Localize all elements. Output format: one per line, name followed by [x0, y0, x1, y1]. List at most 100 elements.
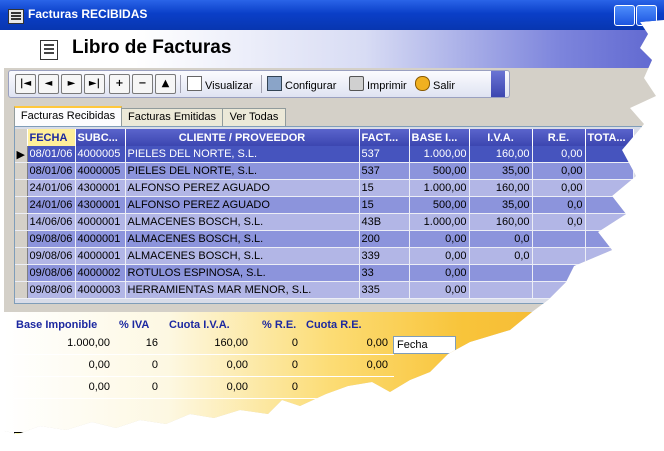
column-header-base[interactable]: BASE I...	[409, 129, 470, 146]
cell-fecha[interactable]: 09/08/06	[27, 247, 76, 265]
cell-re[interactable]	[532, 230, 586, 248]
current-row-indicator[interactable]: ▶	[15, 146, 28, 163]
cell-fecha[interactable]: 24/01/06	[27, 179, 76, 197]
next-record-button[interactable]: ►	[61, 74, 82, 94]
row-indicator[interactable]	[15, 247, 28, 265]
cell-cliente[interactable]: ROTULOS ESPINOSA, S.L.	[125, 264, 360, 282]
column-header-subcuenta[interactable]: SUBC...	[75, 129, 126, 146]
visualizar-button[interactable]: Visualizar	[187, 76, 253, 92]
cell-base[interactable]: 0,00	[409, 247, 470, 265]
cell-total[interactable]	[585, 230, 634, 248]
cell-re[interactable]: 0,00	[532, 162, 586, 180]
cell-cliente[interactable]: ALMACENES BOSCH, S.L.	[125, 213, 360, 231]
cell-cliente[interactable]: ALFONSO PEREZ AGUADO	[125, 196, 360, 214]
cell-cliente[interactable]: ALFONSO PEREZ AGUADO	[125, 179, 360, 197]
table-row[interactable]: ▶ 08/01/06 4000005 PIELES DEL NORTE, S.L. 53…	[15, 146, 634, 163]
cell-base[interactable]: 1.000,00	[409, 146, 470, 163]
cell-iva[interactable]: 35,00	[469, 196, 533, 214]
configurar-button[interactable]: Configurar	[267, 76, 336, 92]
tab-facturas-recibidas[interactable]: Facturas Recibidas	[14, 106, 122, 128]
cell-re[interactable]	[532, 247, 586, 265]
edit-record-button[interactable]: ▲	[155, 74, 176, 94]
cell-total[interactable]	[585, 162, 634, 180]
cell-subcuenta[interactable]: 4000002	[75, 264, 126, 282]
cell-factura[interactable]: 43B	[359, 213, 410, 231]
cell-cliente[interactable]: ALMACENES BOSCH, S.L.	[125, 247, 360, 265]
cell-subcuenta[interactable]: 4000005	[75, 146, 126, 163]
summary-cuota-iva[interactable]: 0,00	[162, 381, 248, 393]
summary-pct-re[interactable]: 0	[252, 359, 298, 371]
column-header-fecha[interactable]: FECHA	[27, 129, 76, 146]
cell-base[interactable]: 0,00	[409, 264, 470, 282]
cell-subcuenta[interactable]: 4300001	[75, 196, 126, 214]
column-header-iva[interactable]: I.V.A.	[469, 129, 533, 146]
tab-ver-todas[interactable]: Ver Todas	[222, 108, 286, 126]
table-row[interactable]: 14/06/06 4000001 ALMACENES BOSCH, S.L. 43B 1…	[15, 213, 634, 231]
table-row[interactable]: 09/08/06 4000003 HERRAMIENTAS MAR MENOR, S…	[15, 281, 634, 299]
table-row[interactable]: 24/01/06 4300001 ALFONSO PEREZ AGUADO 15 500…	[15, 196, 634, 214]
summary-pct-iva[interactable]: 0	[114, 381, 158, 393]
cell-factura[interactable]: 537	[359, 162, 410, 180]
cell-subcuenta[interactable]: 4000003	[75, 281, 126, 299]
row-indicator[interactable]	[15, 281, 28, 299]
cell-subcuenta[interactable]: 4000001	[75, 247, 126, 265]
cell-factura[interactable]: 537	[359, 146, 410, 163]
cell-total[interactable]	[585, 196, 634, 214]
cell-fecha[interactable]: 09/08/06	[27, 281, 76, 299]
cell-iva[interactable]: 160,00	[469, 146, 533, 163]
cell-factura[interactable]: 15	[359, 196, 410, 214]
cell-fecha[interactable]: 08/01/06	[27, 162, 76, 180]
summary-cuota-re[interactable]: 0,00	[302, 337, 388, 349]
cell-fecha[interactable]: 09/08/06	[27, 230, 76, 248]
cell-re[interactable]: 0,00	[532, 146, 586, 163]
cell-base[interactable]: 1.000,00	[409, 179, 470, 197]
cell-base[interactable]: 0,00	[409, 281, 470, 299]
table-row[interactable]: 09/08/06 4000002 ROTULOS ESPINOSA, S.L. 33 0…	[15, 264, 634, 282]
cell-re[interactable]: 0,0	[532, 213, 586, 231]
cell-factura[interactable]: 33	[359, 264, 410, 282]
summary-base[interactable]: 1.000,00	[14, 337, 110, 349]
cell-factura[interactable]: 15	[359, 179, 410, 197]
cell-base[interactable]: 500,00	[409, 162, 470, 180]
last-record-button[interactable]: ►|	[84, 74, 105, 94]
minimize-button[interactable]	[614, 5, 635, 26]
cell-base[interactable]: 0,00	[409, 230, 470, 248]
cell-iva[interactable]: 160,00	[469, 179, 533, 197]
add-record-button[interactable]: +	[109, 74, 130, 94]
cell-subcuenta[interactable]: 4000001	[75, 213, 126, 231]
cell-iva[interactable]: 160,00	[469, 213, 533, 231]
cell-cliente[interactable]: ALMACENES BOSCH, S.L.	[125, 230, 360, 248]
cell-iva[interactable]	[469, 264, 533, 282]
tab-facturas-emitidas[interactable]: Facturas Emitidas	[121, 108, 223, 126]
cell-factura[interactable]: 335	[359, 281, 410, 299]
column-header-cliente[interactable]: CLIENTE / PROVEEDOR	[125, 129, 360, 146]
cell-re[interactable]: 0,0	[532, 196, 586, 214]
cell-fecha[interactable]: 08/01/06	[27, 146, 76, 163]
row-indicator[interactable]	[15, 213, 28, 231]
cell-total[interactable]	[585, 247, 634, 265]
cell-cliente[interactable]: HERRAMIENTAS MAR MENOR, S.L.	[125, 281, 360, 299]
cell-iva[interactable]	[469, 281, 533, 299]
summary-pct-re[interactable]: 0	[252, 337, 298, 349]
cell-subcuenta[interactable]: 4000001	[75, 230, 126, 248]
row-indicator[interactable]	[15, 230, 28, 248]
row-indicator[interactable]	[15, 179, 28, 197]
maximize-button[interactable]	[636, 5, 657, 26]
cell-subcuenta[interactable]: 4300001	[75, 179, 126, 197]
cell-total[interactable]	[585, 281, 634, 299]
column-header-factura[interactable]: FACT...	[359, 129, 410, 146]
summary-cuota-iva[interactable]: 160,00	[162, 337, 248, 349]
column-header-total[interactable]: TOTA...	[585, 129, 634, 146]
cell-iva[interactable]: 35,00	[469, 162, 533, 180]
cell-iva[interactable]: 0,0	[469, 247, 533, 265]
table-row[interactable]: 08/01/06 4000005 PIELES DEL NORTE, S.L. 537…	[15, 162, 634, 180]
cell-fecha[interactable]: 24/01/06	[27, 196, 76, 214]
first-record-button[interactable]: |◄	[15, 74, 36, 94]
cell-factura[interactable]: 200	[359, 230, 410, 248]
column-header-re[interactable]: R.E.	[532, 129, 586, 146]
cell-base[interactable]: 500,00	[409, 196, 470, 214]
cell-re[interactable]: 0,00	[532, 179, 586, 197]
cell-fecha[interactable]: 14/06/06	[27, 213, 76, 231]
cell-iva[interactable]: 0,0	[469, 230, 533, 248]
row-indicator[interactable]	[15, 162, 28, 180]
